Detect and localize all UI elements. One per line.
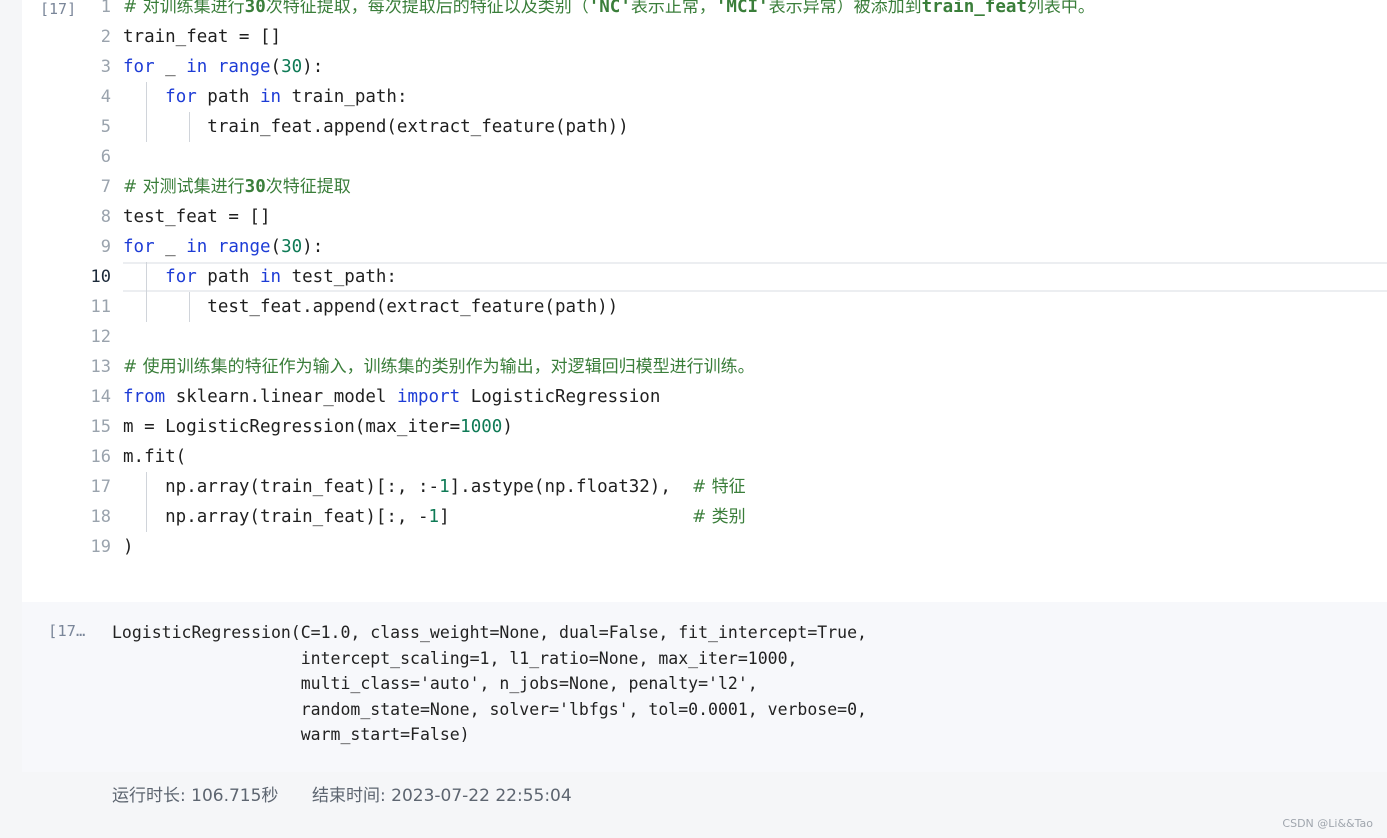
- code-line[interactable]: 4 for path in train_path:: [22, 82, 1387, 112]
- code-text: for _ in range(30):: [123, 237, 324, 257]
- code-text: for path in test_path:: [165, 267, 397, 287]
- line-number: 7: [100, 177, 111, 197]
- code-text: np.array(train_feat)[:, -1] # 类别: [123, 507, 746, 527]
- code-text: from sklearn.linear_model import Logisti…: [123, 387, 661, 407]
- code-line[interactable]: 2 train_feat = []: [22, 22, 1387, 52]
- line-number: 19: [90, 537, 111, 557]
- code-cell[interactable]: [17] 1 # 对训练集进行30次特征提取，每次提取后的特征以及类别（'NC'表…: [22, 0, 1387, 602]
- line-number: 10: [90, 267, 111, 287]
- line-number: 1: [100, 0, 111, 17]
- code-line[interactable]: 1 # 对训练集进行30次特征提取，每次提取后的特征以及类别（'NC'表示正常，'…: [22, 0, 1387, 22]
- runtime-label: 运行时长: 106.715秒: [112, 786, 279, 806]
- code-text: test_feat.append(extract_feature(path)): [123, 297, 619, 317]
- code-line[interactable]: 17 np.array(train_feat)[:, :-1].astype(n…: [22, 472, 1387, 502]
- line-number: 2: [100, 27, 111, 47]
- code-line[interactable]: 9 for _ in range(30):: [22, 232, 1387, 262]
- output-execution-count: [17…: [48, 622, 86, 640]
- line-number: 18: [90, 507, 111, 527]
- code-text: # 使用训练集的特征作为输入，训练集的类别作为输出，对逻辑回归模型进行训练。: [123, 357, 755, 377]
- code-line[interactable]: 13 # 使用训练集的特征作为输入，训练集的类别作为输出，对逻辑回归模型进行训练。: [22, 352, 1387, 382]
- code-line[interactable]: 3 for _ in range(30):: [22, 52, 1387, 82]
- line-number: 3: [100, 57, 111, 77]
- line-number: 12: [90, 327, 111, 347]
- code-text: ): [123, 537, 134, 557]
- line-number: 15: [90, 417, 111, 437]
- line-number: 16: [90, 447, 111, 467]
- code-line[interactable]: 6: [22, 142, 1387, 172]
- code-line[interactable]: 11 test_feat.append(extract_feature(path…: [22, 292, 1387, 322]
- code-line[interactable]: 16 m.fit(: [22, 442, 1387, 472]
- indent-guide: [146, 262, 147, 322]
- code-text: train_feat.append(extract_feature(path)): [123, 117, 629, 137]
- code-text: test_feat = []: [123, 207, 271, 227]
- indent-guide: [146, 82, 147, 142]
- line-number: 8: [100, 207, 111, 227]
- indent-guide: [189, 292, 190, 322]
- line-number: 11: [90, 297, 111, 317]
- line-number: 6: [100, 147, 111, 167]
- code-text: train_feat = []: [123, 27, 282, 47]
- line-number: 4: [100, 87, 111, 107]
- code-line[interactable]: 12: [22, 322, 1387, 352]
- line-number: 17: [90, 477, 111, 497]
- code-text: # 对训练集进行30次特征提取，每次提取后的特征以及类别（'NC'表示正常，'M…: [123, 0, 1095, 17]
- code-text: for path in train_path:: [165, 87, 408, 107]
- code-line[interactable]: 8 test_feat = []: [22, 202, 1387, 232]
- line-number: 13: [90, 357, 111, 377]
- code-text: np.array(train_feat)[:, :-1].astype(np.f…: [123, 477, 746, 497]
- code-line[interactable]: 10 for path in test_path:: [91, 262, 1387, 292]
- line-number: 14: [90, 387, 111, 407]
- watermark: CSDN @Li&&Tao: [1282, 817, 1373, 830]
- end-time-label: 结束时间: 2023-07-22 22:55:04: [312, 786, 572, 806]
- code-line[interactable]: 7 # 对测试集进行30次特征提取: [22, 172, 1387, 202]
- code-text: # 对测试集进行30次特征提取: [123, 177, 351, 197]
- code-text: m = LogisticRegression(max_iter=1000): [123, 417, 513, 437]
- line-number: 5: [100, 117, 111, 137]
- output-text: LogisticRegression(C=1.0, class_weight=N…: [112, 623, 867, 744]
- execution-status-bar: 运行时长: 106.715秒 结束时间: 2023-07-22 22:55:04: [22, 772, 1387, 838]
- indent-guide: [146, 472, 147, 532]
- code-line[interactable]: 18 np.array(train_feat)[:, -1] # 类别: [22, 502, 1387, 532]
- indent-guide: [189, 112, 190, 142]
- line-number: 9: [100, 237, 111, 257]
- code-line[interactable]: 5 train_feat.append(extract_feature(path…: [22, 112, 1387, 142]
- code-text: m.fit(: [123, 447, 187, 467]
- code-line[interactable]: 14 from sklearn.linear_model import Logis…: [22, 382, 1387, 412]
- code-line[interactable]: 15 m = LogisticRegression(max_iter=1000): [22, 412, 1387, 442]
- code-line[interactable]: 19): [22, 532, 1387, 562]
- output-area: [17… LogisticRegression(C=1.0, class_wei…: [22, 602, 1387, 772]
- code-text: for _ in range(30):: [123, 57, 324, 77]
